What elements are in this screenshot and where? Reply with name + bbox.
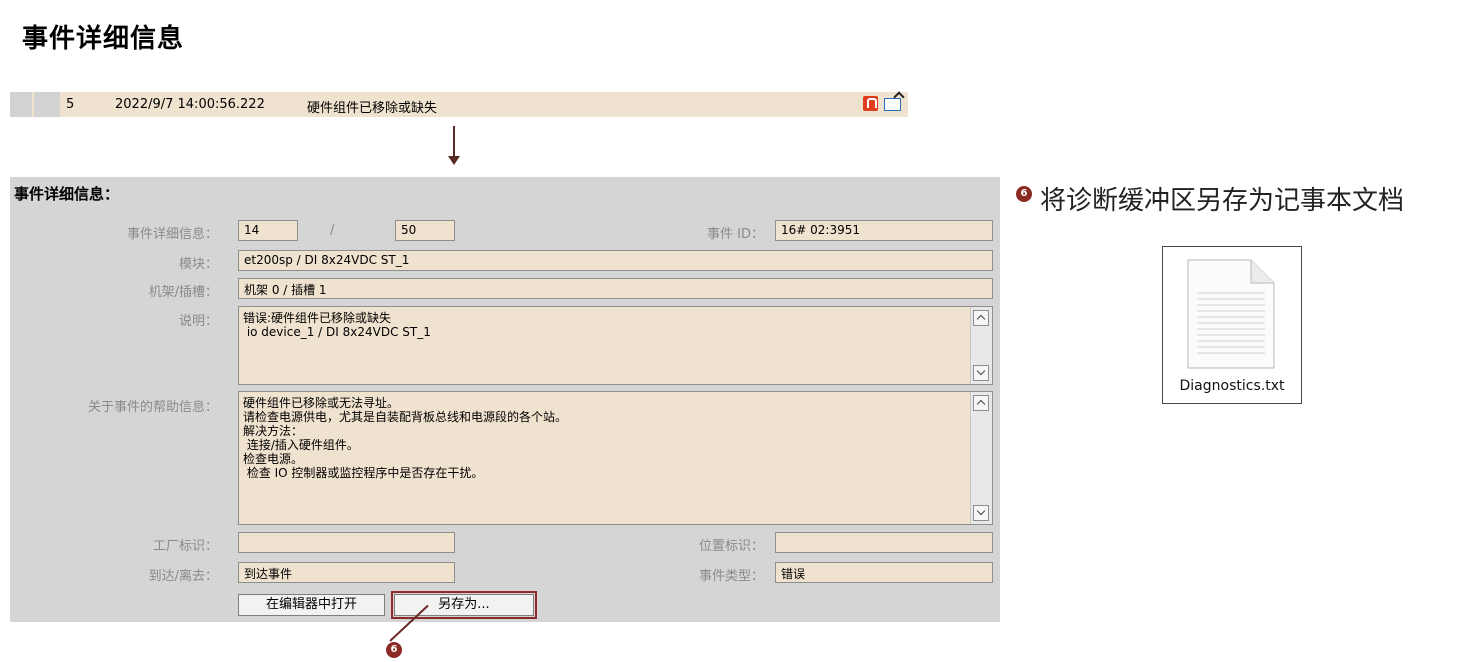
help-icon[interactable] — [863, 96, 878, 111]
label-arrival: 到达/离去： — [148, 569, 218, 584]
index-separator: / — [330, 223, 335, 238]
step-badge-side: 6 — [1016, 186, 1032, 202]
save-as-button[interactable]: 另存为... — [391, 591, 537, 619]
step-badge-bottom: 6 — [386, 642, 402, 658]
label-plant-id: 工厂标识： — [152, 539, 218, 554]
location-id-field[interactable] — [775, 532, 993, 553]
event-id-field[interactable]: 16# 02:3951 — [775, 220, 993, 241]
description-textarea[interactable]: 错误:硬件组件已移除或缺失 io device_1 / DI 8x24VDC S… — [238, 306, 993, 385]
scroll-up-icon[interactable] — [973, 310, 989, 326]
label-module: 模块： — [178, 257, 218, 272]
page-title: 事件详细信息 — [22, 24, 185, 54]
help-textarea[interactable]: 硬件组件已移除或无法寻址。 请检查电源供电，尤其是自装配背板总线和电源段的各个站… — [238, 391, 993, 525]
down-arrow-head-icon — [448, 156, 460, 165]
rack-slot-field[interactable]: 机架 0 / 插槽 1 — [238, 278, 993, 299]
callout-text: 将诊断缓冲区另存为记事本文档 — [1040, 186, 1405, 216]
event-timestamp: 2022/9/7 14:00:56.222 — [115, 97, 265, 112]
scroll-down-icon[interactable] — [973, 505, 989, 521]
event-type-field[interactable]: 错误 — [775, 562, 993, 583]
label-rack-slot: 机架/插槽： — [148, 285, 218, 300]
row-selector-2 — [34, 92, 60, 117]
event-text: 硬件组件已移除或缺失 — [307, 101, 438, 116]
label-event-id: 事件 ID： — [707, 227, 764, 242]
row-selector[interactable] — [10, 92, 32, 117]
event-row[interactable]: 5 2022/9/7 14:00:56.222 硬件组件已移除或缺失 — [10, 92, 908, 117]
label-description: 说明： — [178, 314, 218, 329]
panel-title: 事件详细信息： — [14, 185, 120, 203]
event-total-field[interactable]: 50 — [395, 220, 455, 241]
event-index-field[interactable]: 14 — [238, 220, 298, 241]
label-location-id: 位置标识： — [698, 539, 764, 554]
event-number: 5 — [66, 97, 75, 112]
label-help: 关于事件的帮助信息： — [87, 400, 218, 415]
plant-id-field[interactable] — [238, 532, 455, 553]
text-file-icon — [1187, 259, 1275, 369]
event-details-panel: 事件详细信息： 事件详细信息： 14 / 50 事件 ID： 16# 02:39… — [10, 177, 1000, 622]
acknowledge-icon[interactable] — [884, 98, 901, 111]
open-in-editor-button[interactable]: 在编辑器中打开 — [238, 594, 385, 616]
help-scrollbar[interactable] — [970, 392, 992, 524]
scroll-down-icon[interactable] — [973, 365, 989, 381]
module-field[interactable]: et200sp / DI 8x24VDC ST_1 — [238, 250, 993, 271]
arrival-field[interactable]: 到达事件 — [238, 562, 455, 583]
label-event-type: 事件类型： — [698, 569, 764, 584]
help-text: 硬件组件已移除或无法寻址。 请检查电源供电，尤其是自装配背板总线和电源段的各个站… — [243, 396, 568, 480]
file-thumbnail[interactable]: Diagnostics.txt — [1162, 246, 1302, 404]
description-text: 错误:硬件组件已移除或缺失 io device_1 / DI 8x24VDC S… — [243, 311, 431, 339]
description-scrollbar[interactable] — [970, 307, 992, 384]
file-name: Diagnostics.txt — [1179, 378, 1285, 394]
down-arrow-icon — [453, 126, 455, 156]
scroll-up-icon[interactable] — [973, 395, 989, 411]
label-event-detail: 事件详细信息： — [126, 227, 218, 242]
